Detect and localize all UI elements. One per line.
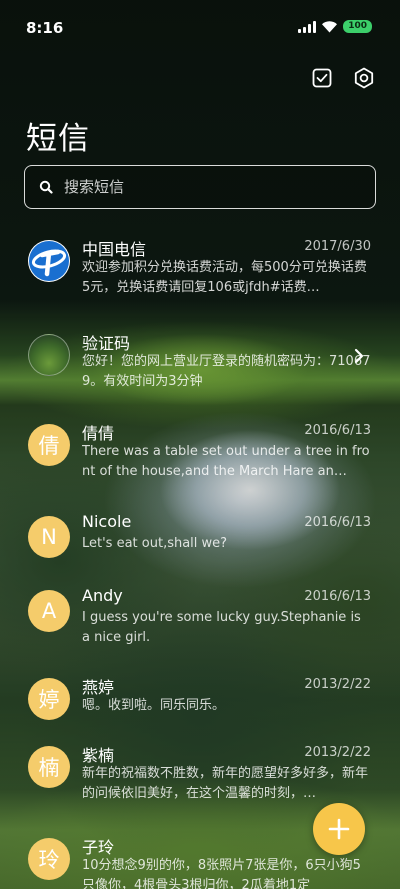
message-date: 2016/6/13 [304, 423, 371, 438]
photo-avatar [28, 334, 70, 376]
china-telecom-avatar [28, 240, 70, 282]
message-row[interactable]: 中国电信 2017/6/30 欢迎参加积分兑换话费活动，每500分可兑换话费5元… [0, 232, 400, 314]
message-preview: Let's eat out,shall we? [82, 536, 228, 551]
message-date: 2013/2/22 [304, 677, 371, 692]
message-row[interactable]: 倩 倩倩 2016/6/13 There was a table set out… [0, 416, 400, 498]
letter-avatar: 楠 [28, 746, 70, 788]
wifi-icon [322, 21, 338, 33]
sender-name: 中国电信 [82, 240, 147, 259]
status-time: 8:16 [26, 19, 64, 37]
message-preview: There was a table set out under a tree i… [82, 444, 370, 479]
header-actions [310, 66, 376, 90]
sender-name: 倩倩 [82, 424, 115, 443]
letter-avatar: N [28, 516, 70, 558]
select-icon [312, 68, 332, 88]
chevron-right-icon [354, 348, 364, 364]
message-preview: I guess you're some lucky guy.Stephanie … [82, 610, 361, 645]
letter-avatar: 玲 [28, 838, 70, 880]
search-icon [39, 180, 53, 194]
message-preview: 新年的祝福数不胜数，新年的愿望好多好多，新年的问候依旧美好，在这个温馨的时刻，… [82, 766, 369, 801]
battery-icon: 100 [343, 20, 372, 33]
message-row[interactable]: 验证码 您好！您的网上营业厅登录的随机密码为：710679。有效时间为3分钟 [0, 326, 400, 408]
status-bar: 8:16 100 [0, 0, 400, 56]
message-row[interactable]: N Nicole 2016/6/13 Let's eat out,shall w… [0, 508, 400, 590]
sender-name: 子玲 [82, 838, 115, 857]
select-button[interactable] [310, 66, 334, 90]
china-telecom-logo [29, 241, 69, 281]
message-date: 2016/6/13 [304, 515, 371, 530]
sender-name: 验证码 [82, 334, 131, 353]
sender-name: 燕婷 [82, 678, 115, 697]
letter-avatar: 倩 [28, 424, 70, 466]
sender-name: 紫楠 [82, 746, 115, 765]
message-row[interactable]: A Andy 2016/6/13 I guess you're some luc… [0, 582, 400, 664]
message-preview: 嗯。收到啦。同乐同乐。 [82, 698, 226, 713]
sender-name: Andy [82, 586, 123, 605]
message-preview: 您好！您的网上营业厅登录的随机密码为：710679。有效时间为3分钟 [82, 354, 371, 389]
page-title: 短信 [26, 121, 90, 157]
compose-button[interactable] [313, 803, 365, 855]
sender-name: Nicole [82, 512, 132, 531]
message-date: 2013/2/22 [304, 745, 371, 760]
status-icons: 100 [298, 20, 372, 33]
settings-button[interactable] [352, 66, 376, 90]
message-preview: 10分想念9别的你，8张照片7张是你，6只小狗5只像你，4根骨头3根归你，2瓜着… [82, 858, 361, 889]
message-date: 2016/6/13 [304, 589, 371, 604]
search-bar[interactable] [24, 165, 376, 209]
message-date: 2017/6/30 [304, 239, 371, 254]
search-input[interactable] [64, 178, 344, 196]
letter-avatar: A [28, 590, 70, 632]
signal-icon [298, 20, 317, 33]
plus-icon [328, 818, 350, 840]
settings-icon [354, 67, 374, 89]
message-preview: 欢迎参加积分兑换话费活动，每500分可兑换话费5元，兑换话费请回复106或jfd… [82, 260, 367, 295]
messages-app: 8:16 100 短信 搜索短信 中国电信 2017/6/30 欢迎参加积分兑换… [0, 0, 400, 889]
letter-avatar: 婷 [28, 678, 70, 720]
